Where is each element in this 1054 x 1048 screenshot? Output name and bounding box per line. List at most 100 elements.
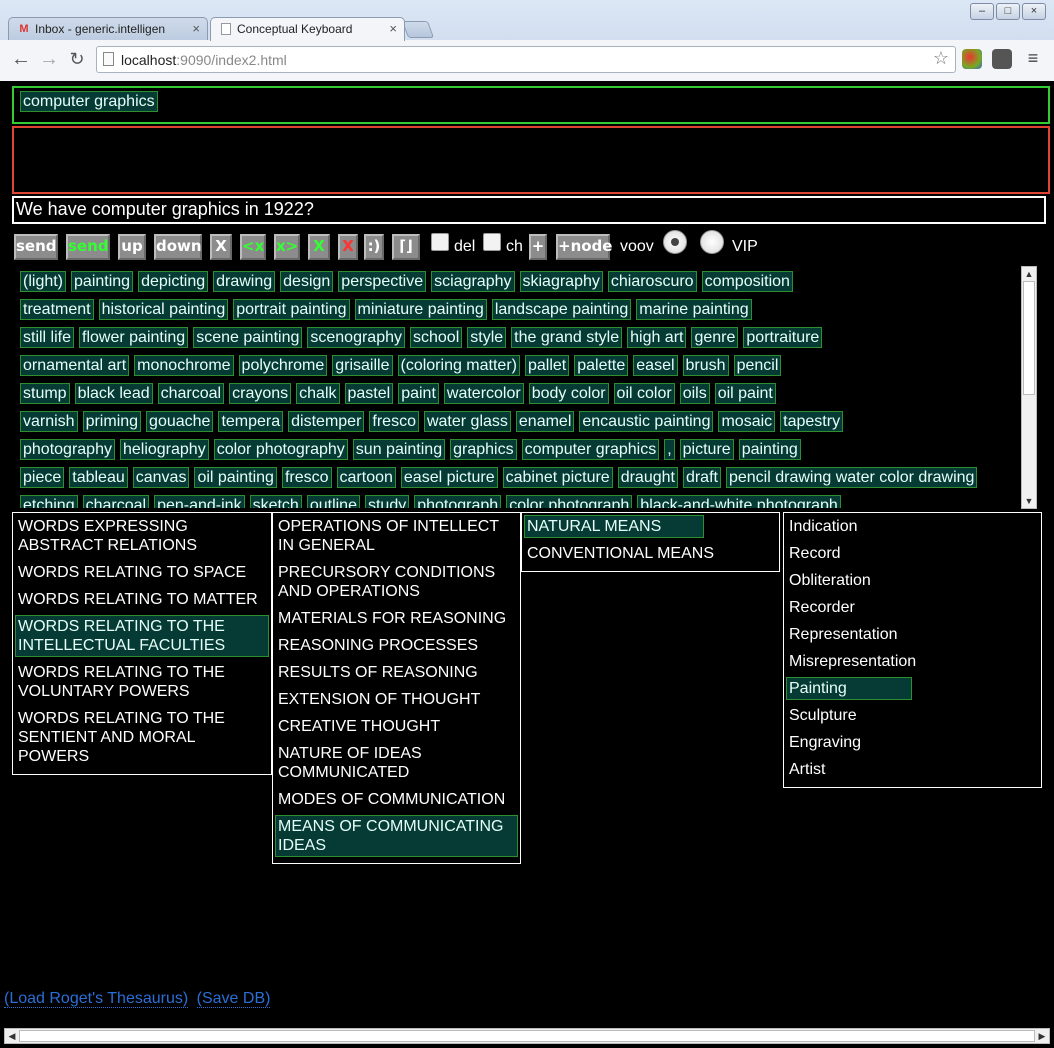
word-chip[interactable]: style (467, 327, 507, 348)
word-chip[interactable]: oil color (613, 383, 675, 404)
category-item[interactable]: Recorder (786, 596, 1039, 619)
word-chip[interactable]: graphics (450, 439, 517, 460)
move-right-button[interactable]: x> (274, 234, 300, 260)
move-left-button[interactable]: <x (240, 234, 266, 260)
word-chip[interactable]: gouache (146, 411, 214, 432)
minimize-icon[interactable]: – (970, 3, 994, 20)
word-chip[interactable]: skiagraphy (519, 271, 603, 292)
category-item[interactable]: WORDS RELATING TO THE VOLUNTARY POWERS (15, 661, 269, 703)
word-chip[interactable]: photography (20, 439, 115, 460)
del-checkbox[interactable] (431, 233, 449, 251)
word-chip[interactable]: charcoal (157, 383, 225, 404)
word-chip[interactable]: landscape painting (491, 299, 632, 320)
vip-radio[interactable] (700, 230, 724, 254)
maximize-icon[interactable]: □ (996, 3, 1020, 20)
reload-icon[interactable]: ↻ (65, 48, 89, 72)
word-chip[interactable]: drawing (213, 271, 276, 292)
word-chip[interactable]: study (364, 495, 410, 508)
page-horizontal-scrollbar[interactable]: ◀ ▶ (4, 1028, 1050, 1044)
word-chip[interactable]: perspective (338, 271, 427, 292)
scroll-down-icon[interactable]: ▼ (1022, 494, 1036, 508)
send-button[interactable]: send (14, 234, 58, 260)
category-item[interactable]: Artist (786, 758, 1039, 781)
forward-icon[interactable]: → (37, 48, 61, 72)
category-item[interactable]: Record (786, 542, 1039, 565)
word-chip[interactable]: computer graphics (521, 439, 660, 460)
send-green-button[interactable]: send (66, 234, 110, 260)
extension-icon[interactable] (962, 49, 982, 69)
word-chip[interactable]: polychrome (238, 355, 328, 376)
category-item[interactable]: OPERATIONS OF INTELLECT IN GENERAL (275, 515, 518, 557)
scrollbar-thumb[interactable] (19, 1030, 1035, 1042)
word-chip[interactable]: cartoon (336, 467, 396, 488)
category-item[interactable]: Obliteration (786, 569, 1039, 592)
word-chip[interactable]: high art (627, 327, 687, 348)
category-item[interactable]: WORDS EXPRESSING ABSTRACT RELATIONS (15, 515, 269, 557)
word-chip[interactable]: picture (679, 439, 734, 460)
word-chip[interactable]: water glass (423, 411, 511, 432)
word-list-scrollbar[interactable]: ▲ ▼ (1021, 266, 1037, 509)
scroll-right-icon[interactable]: ▶ (1035, 1029, 1049, 1043)
word-chip[interactable]: pastel (344, 383, 394, 404)
word-chip[interactable]: tempera (218, 411, 284, 432)
word-chip[interactable]: draught (617, 467, 678, 488)
category-item[interactable]: WORDS RELATING TO THE INTELLECTUAL FACUL… (15, 615, 269, 657)
word-chip[interactable]: sketch (249, 495, 302, 508)
category-item[interactable]: REASONING PROCESSES (275, 634, 518, 657)
word-chip[interactable]: priming (82, 411, 142, 432)
word-chip[interactable]: color photography (213, 439, 348, 460)
word-chip[interactable]: oil paint (714, 383, 776, 404)
word-chip[interactable]: scene painting (193, 327, 303, 348)
category-item[interactable]: MODES OF COMMUNICATION (275, 788, 518, 811)
output-box[interactable] (12, 126, 1050, 194)
category-item[interactable]: MEANS OF COMMUNICATING IDEAS (275, 815, 518, 857)
word-chip[interactable]: piece (20, 467, 65, 488)
question-field[interactable]: We have computer graphics in 1922? (12, 196, 1046, 224)
word-chip[interactable]: composition (701, 271, 793, 292)
save-db-link[interactable]: (Save DB) (196, 990, 271, 1008)
word-chip[interactable]: black lead (74, 383, 153, 404)
word-chip[interactable]: pen-and-ink (154, 495, 245, 508)
word-chip[interactable]: chiaroscuro (607, 271, 697, 292)
up-button[interactable]: up (118, 234, 146, 260)
category-item[interactable]: CONVENTIONAL MEANS (524, 542, 777, 565)
word-chip[interactable]: portrait painting (233, 299, 350, 320)
word-chip[interactable]: stump (20, 383, 70, 404)
tab-conceptual-keyboard[interactable]: Conceptual Keyboard × (210, 17, 405, 41)
word-chip[interactable]: encaustic painting (579, 411, 714, 432)
word-chip[interactable]: distemper (288, 411, 365, 432)
word-chip[interactable]: enamel (515, 411, 575, 432)
word-chip[interactable]: school (410, 327, 463, 348)
word-chip[interactable]: draft (682, 467, 721, 488)
word-chip[interactable]: varnish (20, 411, 78, 432)
word-chip[interactable]: pallet (524, 355, 570, 376)
category-item[interactable]: NATURE OF IDEAS COMMUNICATED (275, 742, 518, 784)
word-chip[interactable]: oils (679, 383, 710, 404)
close-tab-icon[interactable]: × (192, 21, 200, 36)
word-chip[interactable]: design (280, 271, 334, 292)
category-item[interactable]: Misrepresentation (786, 650, 1039, 673)
concept-input[interactable]: computer graphics (12, 86, 1050, 124)
smile-button[interactable]: :) (364, 234, 384, 260)
word-chip[interactable]: sun painting (352, 439, 446, 460)
x-red-button[interactable]: X (338, 234, 358, 260)
word-chip[interactable]: etching (20, 495, 78, 508)
word-chip[interactable]: ornamental art (20, 355, 130, 376)
voov-radio[interactable] (663, 230, 687, 254)
word-chip[interactable]: tableau (69, 467, 128, 488)
word-chip[interactable]: paint (398, 383, 439, 404)
add-node-button[interactable]: +node (556, 234, 612, 260)
category-item[interactable]: CREATIVE THOUGHT (275, 715, 518, 738)
close-window-icon[interactable]: × (1022, 3, 1046, 20)
word-chip[interactable]: color photograph (506, 495, 633, 508)
word-chip[interactable]: painting (738, 439, 801, 460)
word-chip[interactable]: pencil (733, 355, 782, 376)
word-chip[interactable]: palette (574, 355, 629, 376)
word-chip[interactable]: portraiture (743, 327, 823, 348)
word-chip[interactable]: miniature painting (354, 299, 487, 320)
word-chip[interactable]: heliography (119, 439, 209, 460)
tab-inbox[interactable]: M Inbox - generic.intelligen × (8, 17, 208, 41)
word-chip[interactable]: cabinet picture (502, 467, 613, 488)
category-item[interactable]: WORDS RELATING TO THE SENTIENT AND MORAL… (15, 707, 269, 768)
word-chip[interactable]: watercolor (443, 383, 524, 404)
